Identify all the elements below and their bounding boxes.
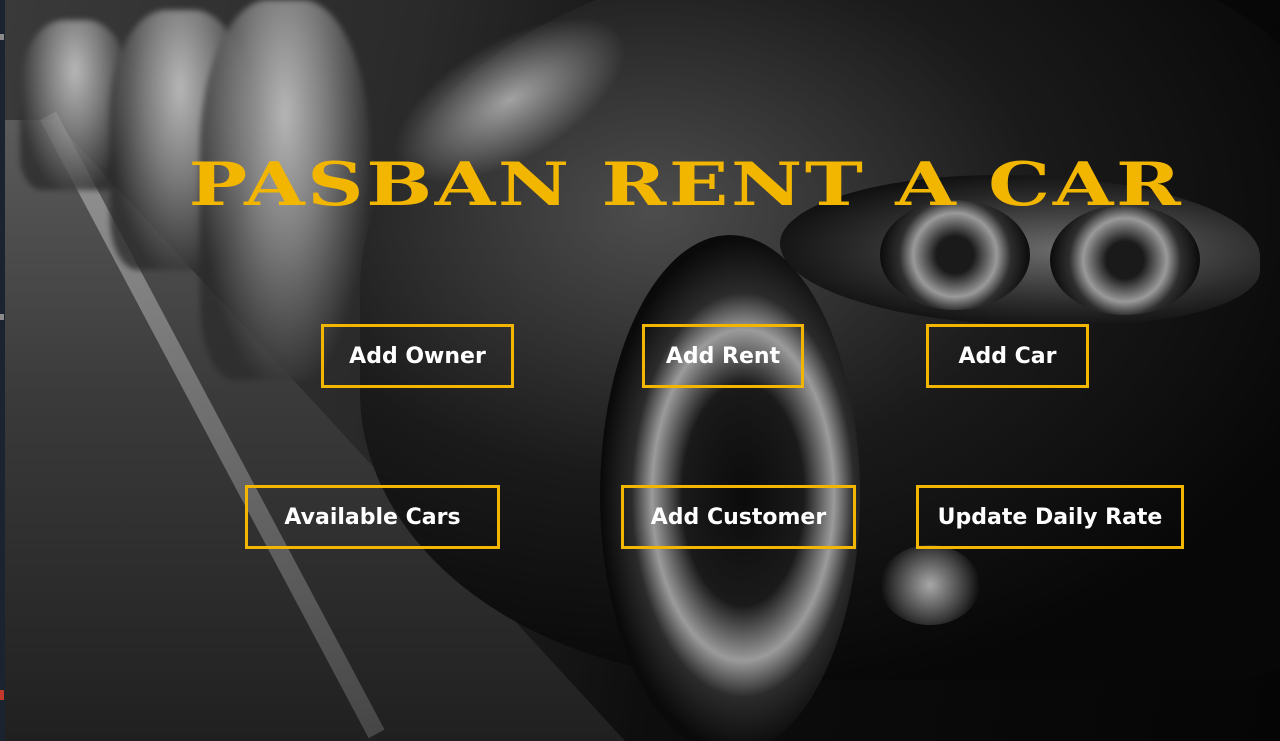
main-window: PASBAN RENT A CAR Add Owner Add Rent Add… <box>0 0 1280 741</box>
window-left-edge <box>0 0 5 741</box>
add-rent-button[interactable]: Add Rent <box>642 324 804 388</box>
background-fog-light <box>880 545 980 625</box>
background-headlight-lens <box>880 200 1030 310</box>
edge-mark <box>0 34 4 40</box>
edge-mark <box>0 690 4 700</box>
add-car-button[interactable]: Add Car <box>926 324 1089 388</box>
background-headlight-lens <box>1050 205 1200 315</box>
background-car <box>200 0 370 380</box>
update-daily-rate-button[interactable]: Update Daily Rate <box>916 485 1184 549</box>
add-owner-button[interactable]: Add Owner <box>321 324 514 388</box>
available-cars-button[interactable]: Available Cars <box>245 485 500 549</box>
edge-mark <box>0 314 4 320</box>
add-customer-button[interactable]: Add Customer <box>621 485 856 549</box>
